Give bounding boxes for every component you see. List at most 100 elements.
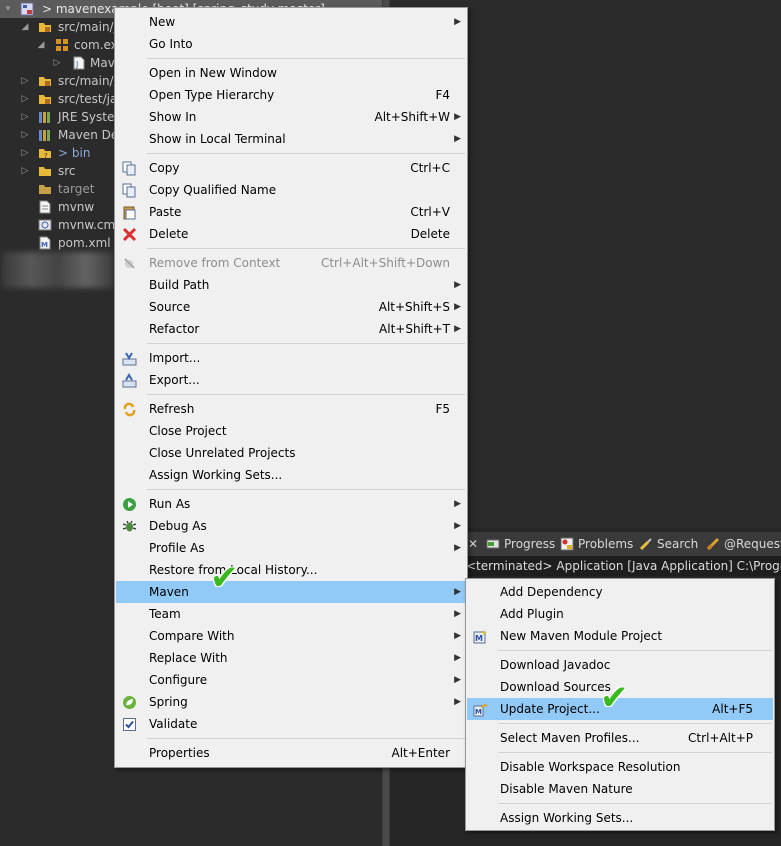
collapsed-twisty-icon[interactable]: ▷ <box>20 72 30 90</box>
menu-item-assign-working-sets-maven[interactable]: Assign Working Sets... <box>467 807 773 829</box>
menu-shortcut: Alt+Shift+W <box>374 110 451 124</box>
collapsed-twisty-icon[interactable]: ▷ <box>20 108 30 126</box>
menu-label: Copy <box>149 161 180 175</box>
menu-label: Spring <box>149 695 188 709</box>
menu-separator <box>498 650 772 651</box>
source-folder-icon <box>39 23 51 32</box>
menu-item-validate[interactable]: Validate <box>116 713 466 735</box>
menu-label: New Maven Module Project <box>500 629 663 643</box>
tab-search[interactable]: Search <box>639 532 698 556</box>
submenu-arrow-icon: ▶ <box>454 697 461 707</box>
menu-item-open-new-window[interactable]: Open in New Window <box>116 62 466 84</box>
menu-item-new[interactable]: New ▶ <box>116 11 466 33</box>
menu-item-maven[interactable]: Maven ▶ <box>116 581 466 603</box>
submenu-arrow-icon: ▶ <box>454 302 461 312</box>
tab-request-mapping[interactable]: @Request <box>706 532 781 556</box>
menu-item-disable-maven-nature[interactable]: Disable Maven Nature <box>467 778 773 800</box>
menu-item-profile-as[interactable]: Profile As ▶ <box>116 537 466 559</box>
menu-label: Properties <box>149 746 210 760</box>
menu-label: Open in New Window <box>149 66 277 80</box>
menu-label: Refactor <box>149 322 200 336</box>
submenu-arrow-icon: ▶ <box>454 280 461 290</box>
menu-item-disable-workspace-resolution[interactable]: Disable Workspace Resolution <box>467 756 773 778</box>
tree-item-label: mvnw <box>58 200 95 214</box>
menu-item-compare-with[interactable]: Compare With ▶ <box>116 625 466 647</box>
menu-item-configure[interactable]: Configure ▶ <box>116 669 466 691</box>
collapsed-twisty-icon[interactable]: ▷ <box>20 162 30 180</box>
menu-item-properties[interactable]: Properties Alt+Enter <box>116 742 466 764</box>
menu-item-source[interactable]: Source Alt+Shift+S ▶ <box>116 296 466 318</box>
menu-shortcut: Alt+Shift+S <box>378 300 450 314</box>
menu-item-team[interactable]: Team ▶ <box>116 603 466 625</box>
menu-label: Disable Workspace Resolution <box>500 760 681 774</box>
menu-item-close-project[interactable]: Close Project <box>116 420 466 442</box>
menu-label: Add Plugin <box>500 607 564 621</box>
collapsed-twisty-icon[interactable]: ▷ <box>20 90 30 108</box>
menu-item-debug-as[interactable]: Debug As ▶ <box>116 515 466 537</box>
menu-separator <box>147 153 465 154</box>
tab-label: @Request <box>724 537 781 551</box>
tab-label: Progress <box>504 537 556 551</box>
menu-item-remove-from-context[interactable]: Remove from Context Ctrl+Alt+Shift+Down <box>116 252 466 274</box>
search-icon <box>639 538 652 551</box>
menu-item-import[interactable]: Import... <box>116 347 466 369</box>
menu-item-run-as[interactable]: Run As ▶ <box>116 493 466 515</box>
menu-label: Import... <box>149 351 201 365</box>
collapsed-twisty-icon[interactable]: ▷ <box>20 126 30 144</box>
menu-item-copy[interactable]: Copy Ctrl+C <box>116 157 466 179</box>
menu-label: Go Into <box>149 37 193 51</box>
menu-item-build-path[interactable]: Build Path ▶ <box>116 274 466 296</box>
menu-item-download-javadoc[interactable]: Download Javadoc <box>467 654 773 676</box>
folder-icon <box>39 185 51 194</box>
menu-item-open-type-hierarchy[interactable]: Open Type Hierarchy F4 <box>116 84 466 106</box>
collapsed-twisty-icon[interactable]: ▷ <box>52 54 62 72</box>
menu-item-copy-qualified-name[interactable]: Copy Qualified Name <box>116 179 466 201</box>
menu-label: Build Path <box>149 278 210 292</box>
menu-item-restore-local-history[interactable]: Restore from Local History... <box>116 559 466 581</box>
menu-label: Copy Qualified Name <box>149 183 277 197</box>
menu-shortcut: Alt+Enter <box>391 746 450 760</box>
collapsed-twisty-icon[interactable]: ▷ <box>20 144 30 162</box>
menu-item-replace-with[interactable]: Replace With ▶ <box>116 647 466 669</box>
tab-problems[interactable]: Problems <box>560 532 633 556</box>
menu-separator <box>147 489 465 490</box>
submenu-arrow-icon: ▶ <box>454 134 461 144</box>
source-folder-icon <box>39 95 51 104</box>
menu-item-go-into[interactable]: Go Into <box>116 33 466 55</box>
menu-item-spring[interactable]: Spring ▶ <box>116 691 466 713</box>
menu-item-refactor[interactable]: Refactor Alt+Shift+T ▶ <box>116 318 466 340</box>
tab-label: Problems <box>578 537 634 551</box>
source-folder-icon <box>39 77 51 86</box>
menu-item-select-maven-profiles[interactable]: Select Maven Profiles... Ctrl+Alt+P <box>467 727 773 749</box>
menu-shortcut: F4 <box>435 88 450 102</box>
svg-text:M: M <box>41 241 48 249</box>
menu-item-refresh[interactable]: Refresh F5 <box>116 398 466 420</box>
menu-item-show-in[interactable]: Show In Alt+Shift+W ▶ <box>116 106 466 128</box>
folder-icon: ? <box>39 149 51 160</box>
menu-item-delete[interactable]: Delete Delete <box>116 223 466 245</box>
menu-label: Paste <box>149 205 182 219</box>
collapse-twisty-icon[interactable]: ▾ <box>3 0 13 18</box>
library-icon <box>39 130 50 141</box>
menu-item-show-local-terminal[interactable]: Show in Local Terminal ▶ <box>116 128 466 150</box>
close-icon[interactable]: ✕ <box>466 532 480 556</box>
menu-item-export[interactable]: Export... <box>116 369 466 391</box>
tab-progress[interactable]: Progress <box>486 532 555 556</box>
menu-item-assign-working-sets[interactable]: Assign Working Sets... <box>116 464 466 486</box>
menu-label: Download Javadoc <box>500 658 611 672</box>
expanded-twisty-icon[interactable]: ◢ <box>36 36 46 54</box>
menu-label: Remove from Context <box>149 256 281 270</box>
menu-item-add-dependency[interactable]: Add Dependency <box>467 581 773 603</box>
menu-label: New <box>149 15 176 29</box>
run-icon <box>123 498 136 511</box>
menu-label: Validate <box>149 717 198 731</box>
menu-separator <box>147 248 465 249</box>
menu-item-new-maven-module[interactable]: M New Maven Module Project <box>467 625 773 647</box>
request-mapping-icon <box>706 537 720 551</box>
expanded-twisty-icon[interactable]: ◢ <box>20 18 30 36</box>
menu-label: Open Type Hierarchy <box>149 88 275 102</box>
refresh-icon <box>123 402 136 417</box>
menu-item-paste[interactable]: Paste Ctrl+V <box>116 201 466 223</box>
menu-item-add-plugin[interactable]: Add Plugin <box>467 603 773 625</box>
menu-item-close-unrelated-projects[interactable]: Close Unrelated Projects <box>116 442 466 464</box>
